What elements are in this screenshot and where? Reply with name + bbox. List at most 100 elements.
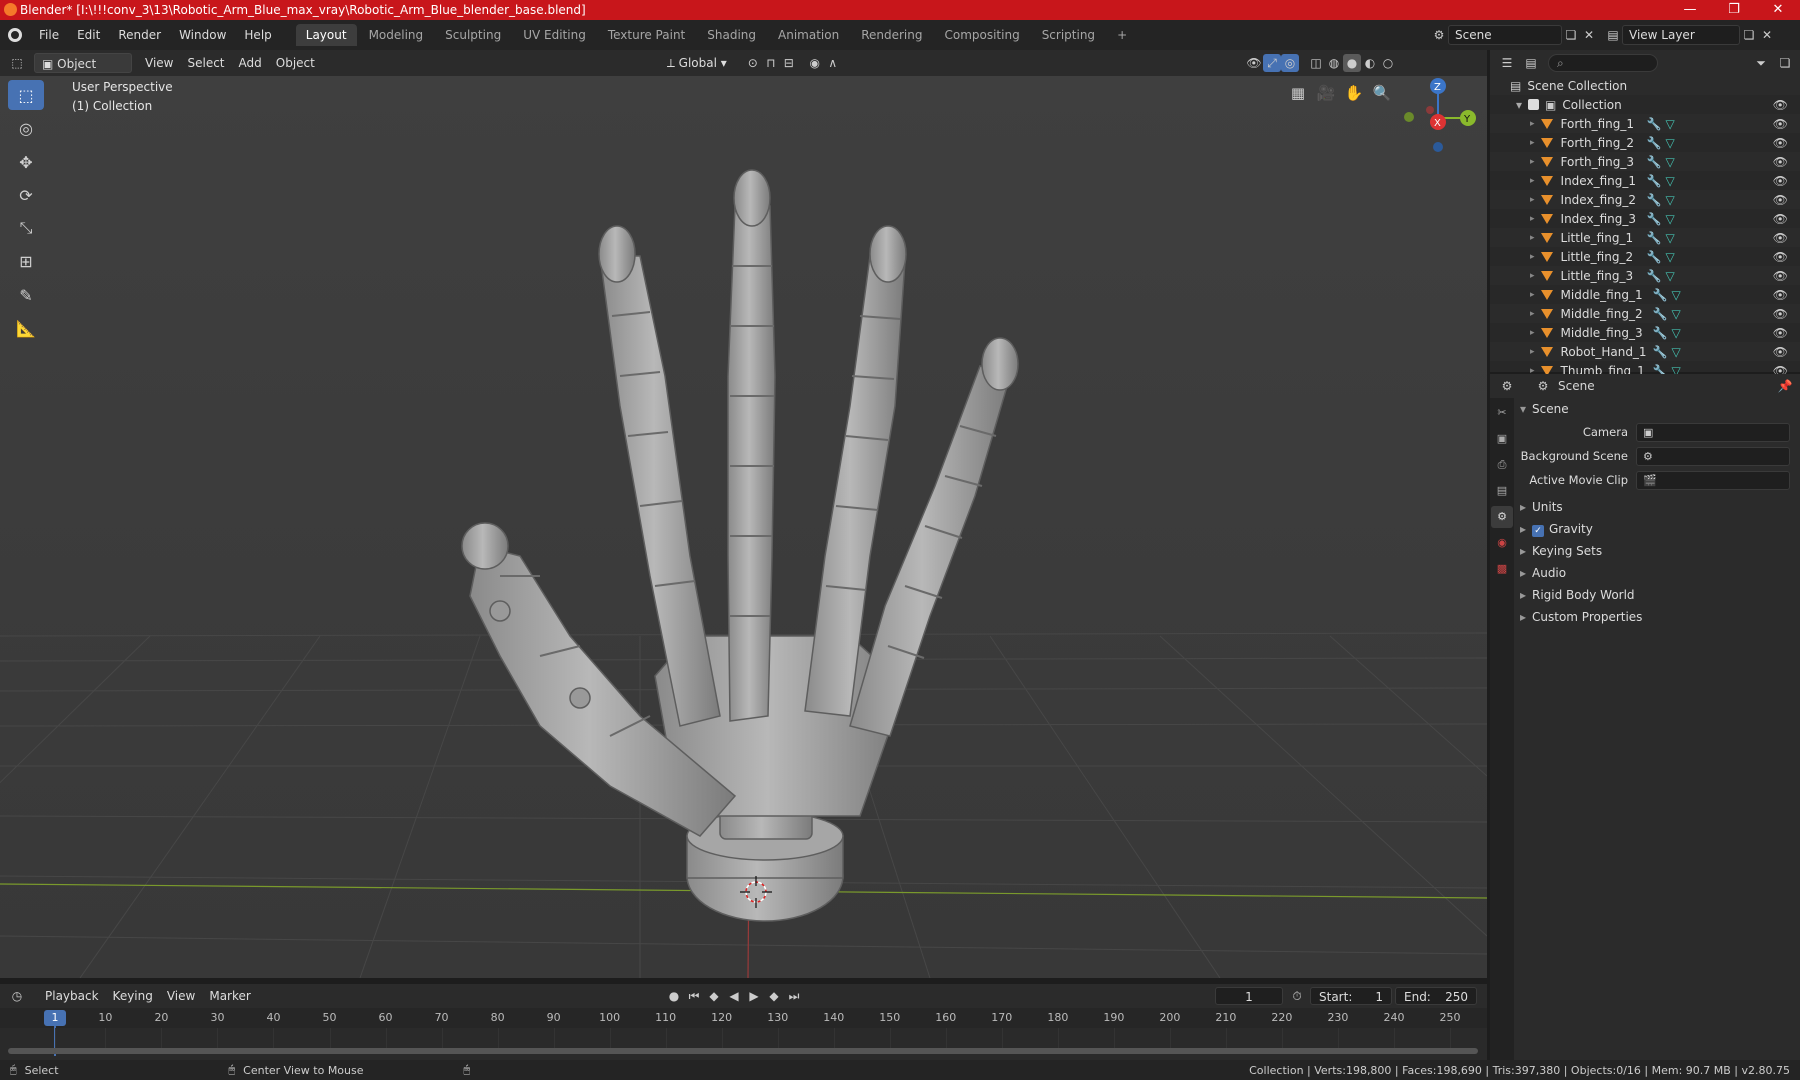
view-layer-icon[interactable]: ▤ [1604,26,1622,44]
world-tab-icon[interactable]: ◉ [1491,532,1513,554]
mesh-data-icon[interactable]: ▽ [1665,136,1674,150]
eye-icon[interactable]: 👁 [1773,117,1788,131]
view-layer-selector[interactable]: View Layer [1622,25,1740,45]
modifier-wrench-icon[interactable]: 🔧 [1647,212,1662,226]
eye-icon[interactable]: 👁 [1773,98,1788,112]
end-frame-field[interactable]: End: 250 [1395,987,1477,1005]
mode-selector[interactable]: ▣ Object Mode ▾ [34,53,132,91]
texture-tab-icon[interactable]: ▩ [1491,558,1513,580]
expand-arrow-icon[interactable]: ▸ [1530,271,1535,281]
outliner-object-row[interactable]: ▸ Forth_fing_3 🔧 ▽ 👁 [1490,152,1800,171]
outliner-object-row[interactable]: ▸ Index_fing_1 🔧 ▽ 👁 [1490,171,1800,190]
overlay-toggle-icon[interactable]: ◎ [1281,54,1299,72]
eye-icon[interactable]: 👁 [1773,326,1788,340]
timeline-scrollbar[interactable] [8,1048,1478,1054]
measure-tool-icon[interactable]: 📐 [8,313,44,343]
expand-arrow-icon[interactable]: ▸ [1530,233,1535,243]
expand-arrow-icon[interactable]: ▸ [1530,195,1535,205]
material-shading-icon[interactable]: ◐ [1361,54,1379,72]
output-tab-icon[interactable]: ⎙ [1491,454,1513,476]
outliner-object-row[interactable]: ▸ Robot_Hand_1 🔧 ▽ 👁 [1490,342,1800,361]
display-mode-icon[interactable]: ▤ [1522,54,1540,72]
outliner-object-row[interactable]: ▸ Little_fing_2 🔧 ▽ 👁 [1490,247,1800,266]
new-scene-icon[interactable]: ❏ [1562,26,1580,44]
tab-shading[interactable]: Shading [697,24,766,46]
modifier-wrench-icon[interactable]: 🔧 [1653,326,1668,340]
eye-icon[interactable]: 👁 [1773,193,1788,207]
outliner-object-row[interactable]: ▸ Little_fing_3 🔧 ▽ 👁 [1490,266,1800,285]
maximize-button[interactable]: ❐ [1712,0,1756,20]
mesh-data-icon[interactable]: ▽ [1671,307,1680,321]
outliner-search-input[interactable]: ⌕ [1548,54,1658,72]
falloff-icon[interactable]: ∧ [824,54,842,72]
menu-select[interactable]: Select [180,53,231,73]
visibility-icon[interactable]: 👁 [1245,54,1263,72]
gravity-panel-header[interactable]: ✓Gravity [1514,518,1800,540]
move-tool-icon[interactable]: ✥ [8,147,44,177]
transform-orientation-selector[interactable]: ⟂ Global ▾ [660,53,734,73]
mesh-data-icon[interactable]: ▽ [1671,345,1680,359]
modifier-wrench-icon[interactable]: 🔧 [1647,193,1662,207]
modifier-wrench-icon[interactable]: 🔧 [1647,231,1662,245]
mesh-data-icon[interactable]: ▽ [1671,326,1680,340]
menu-render[interactable]: Render [109,20,170,50]
zoom-icon[interactable]: 🔍 [1369,80,1395,106]
custom-properties-panel-header[interactable]: Custom Properties [1514,606,1800,628]
outliner-object-row[interactable]: ▸ Forth_fing_2 🔧 ▽ 👁 [1490,133,1800,152]
outliner-editor-icon[interactable]: ☰ [1498,54,1516,72]
expand-arrow-icon[interactable]: ▸ [1530,290,1535,300]
next-keyframe-icon[interactable]: ◆ [765,987,783,1005]
expand-arrow-icon[interactable]: ▾ [1516,98,1522,112]
menu-object[interactable]: Object [269,53,322,73]
audio-panel-header[interactable]: Audio [1514,562,1800,584]
mesh-data-icon[interactable]: ▽ [1665,117,1674,131]
mesh-data-icon[interactable]: ▽ [1665,193,1674,207]
toggle-camera-grid-icon[interactable]: ▦ [1285,80,1311,106]
eye-icon[interactable]: 👁 [1773,345,1788,359]
annotate-tool-icon[interactable]: ✎ [8,280,44,310]
playhead[interactable]: 1 [44,1010,66,1026]
outliner-object-row[interactable]: ▸ Index_fing_3 🔧 ▽ 👁 [1490,209,1800,228]
record-icon[interactable]: ● [665,987,683,1005]
expand-arrow-icon[interactable]: ▸ [1530,252,1535,262]
gizmo-toggle-icon[interactable]: ⤢ [1263,54,1281,72]
add-workspace-button[interactable]: + [1107,24,1137,46]
expand-arrow-icon[interactable]: ▸ [1530,157,1535,167]
eye-icon[interactable]: 👁 [1773,231,1788,245]
new-view-layer-icon[interactable]: ❏ [1740,26,1758,44]
expand-arrow-icon[interactable]: ▸ [1530,138,1535,148]
jump-start-icon[interactable]: ⏮ [685,987,703,1005]
tab-modeling[interactable]: Modeling [359,24,434,46]
minimize-button[interactable]: — [1668,0,1712,20]
jump-end-icon[interactable]: ⏭ [785,987,803,1005]
collection-row[interactable]: ▾ ▣ Collection 👁 [1490,95,1800,114]
timeline-editor-icon[interactable]: ◷ [8,987,26,1005]
frame-ruler[interactable]: 10 20 30 40 50 60 70 80 90 100 110 120 130 140 150 160 1… [0,1008,1487,1028]
movie-clip-field[interactable]: 🎬 [1636,470,1790,490]
mesh-data-icon[interactable]: ▽ [1665,231,1674,245]
outliner-object-row[interactable]: ▸ Middle_fing_3 🔧 ▽ 👁 [1490,323,1800,342]
outliner-object-row[interactable]: ▸ Little_fing_1 🔧 ▽ 👁 [1490,228,1800,247]
background-scene-field[interactable]: ⚙ [1636,446,1790,466]
scene-selector[interactable]: Scene [1448,25,1562,45]
new-collection-icon[interactable]: ❏ [1776,54,1794,72]
keying-sets-panel-header[interactable]: Keying Sets [1514,540,1800,562]
camera-field[interactable]: ▣ [1636,422,1790,442]
tab-layout[interactable]: Layout [295,24,357,46]
outliner-object-row[interactable]: ▸ Middle_fing_1 🔧 ▽ 👁 [1490,285,1800,304]
render-tab-icon[interactable]: ▣ [1491,428,1513,450]
editor-type-icon[interactable]: ⬚ [8,54,26,72]
eye-icon[interactable]: 👁 [1773,155,1788,169]
pivot-point-icon[interactable]: ⊙ [744,54,762,72]
proportional-edit-icon[interactable]: ◉ [806,54,824,72]
modifier-wrench-icon[interactable]: 🔧 [1647,155,1662,169]
wireframe-shading-icon[interactable]: ◍ [1325,54,1343,72]
transform-tool-icon[interactable]: ⊞ [8,246,44,276]
checkbox-icon[interactable] [1528,99,1540,110]
pin-icon[interactable]: 📌 [1776,377,1794,395]
solid-shading-icon[interactable]: ● [1343,54,1361,72]
rigid-body-world-panel-header[interactable]: Rigid Body World [1514,584,1800,606]
timeline-area[interactable]: 10 20 30 40 50 60 70 80 90 100 110 120 130 140 150 160 1… [0,1008,1487,1060]
menu-add[interactable]: Add [232,53,269,73]
current-frame-field[interactable]: 1 [1215,987,1283,1005]
